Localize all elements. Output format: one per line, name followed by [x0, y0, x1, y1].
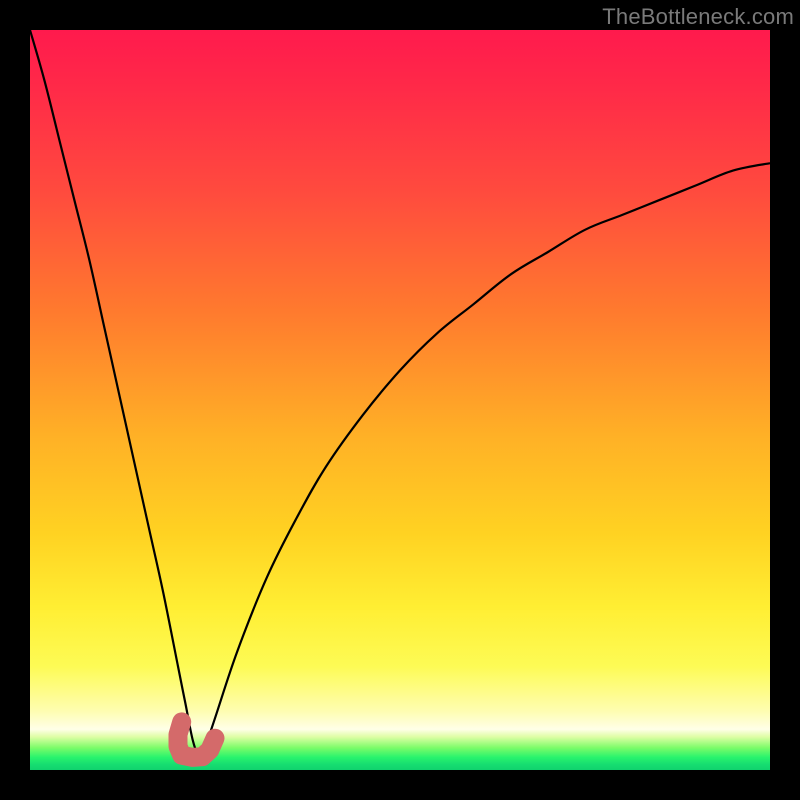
outer-frame: TheBottleneck.com	[0, 0, 800, 800]
right-branch-curve	[200, 163, 770, 762]
curves-layer	[30, 30, 770, 770]
watermark-text: TheBottleneck.com	[602, 4, 794, 30]
left-branch-curve	[30, 30, 200, 763]
plot-area	[30, 30, 770, 770]
highlight-marker	[178, 722, 215, 758]
